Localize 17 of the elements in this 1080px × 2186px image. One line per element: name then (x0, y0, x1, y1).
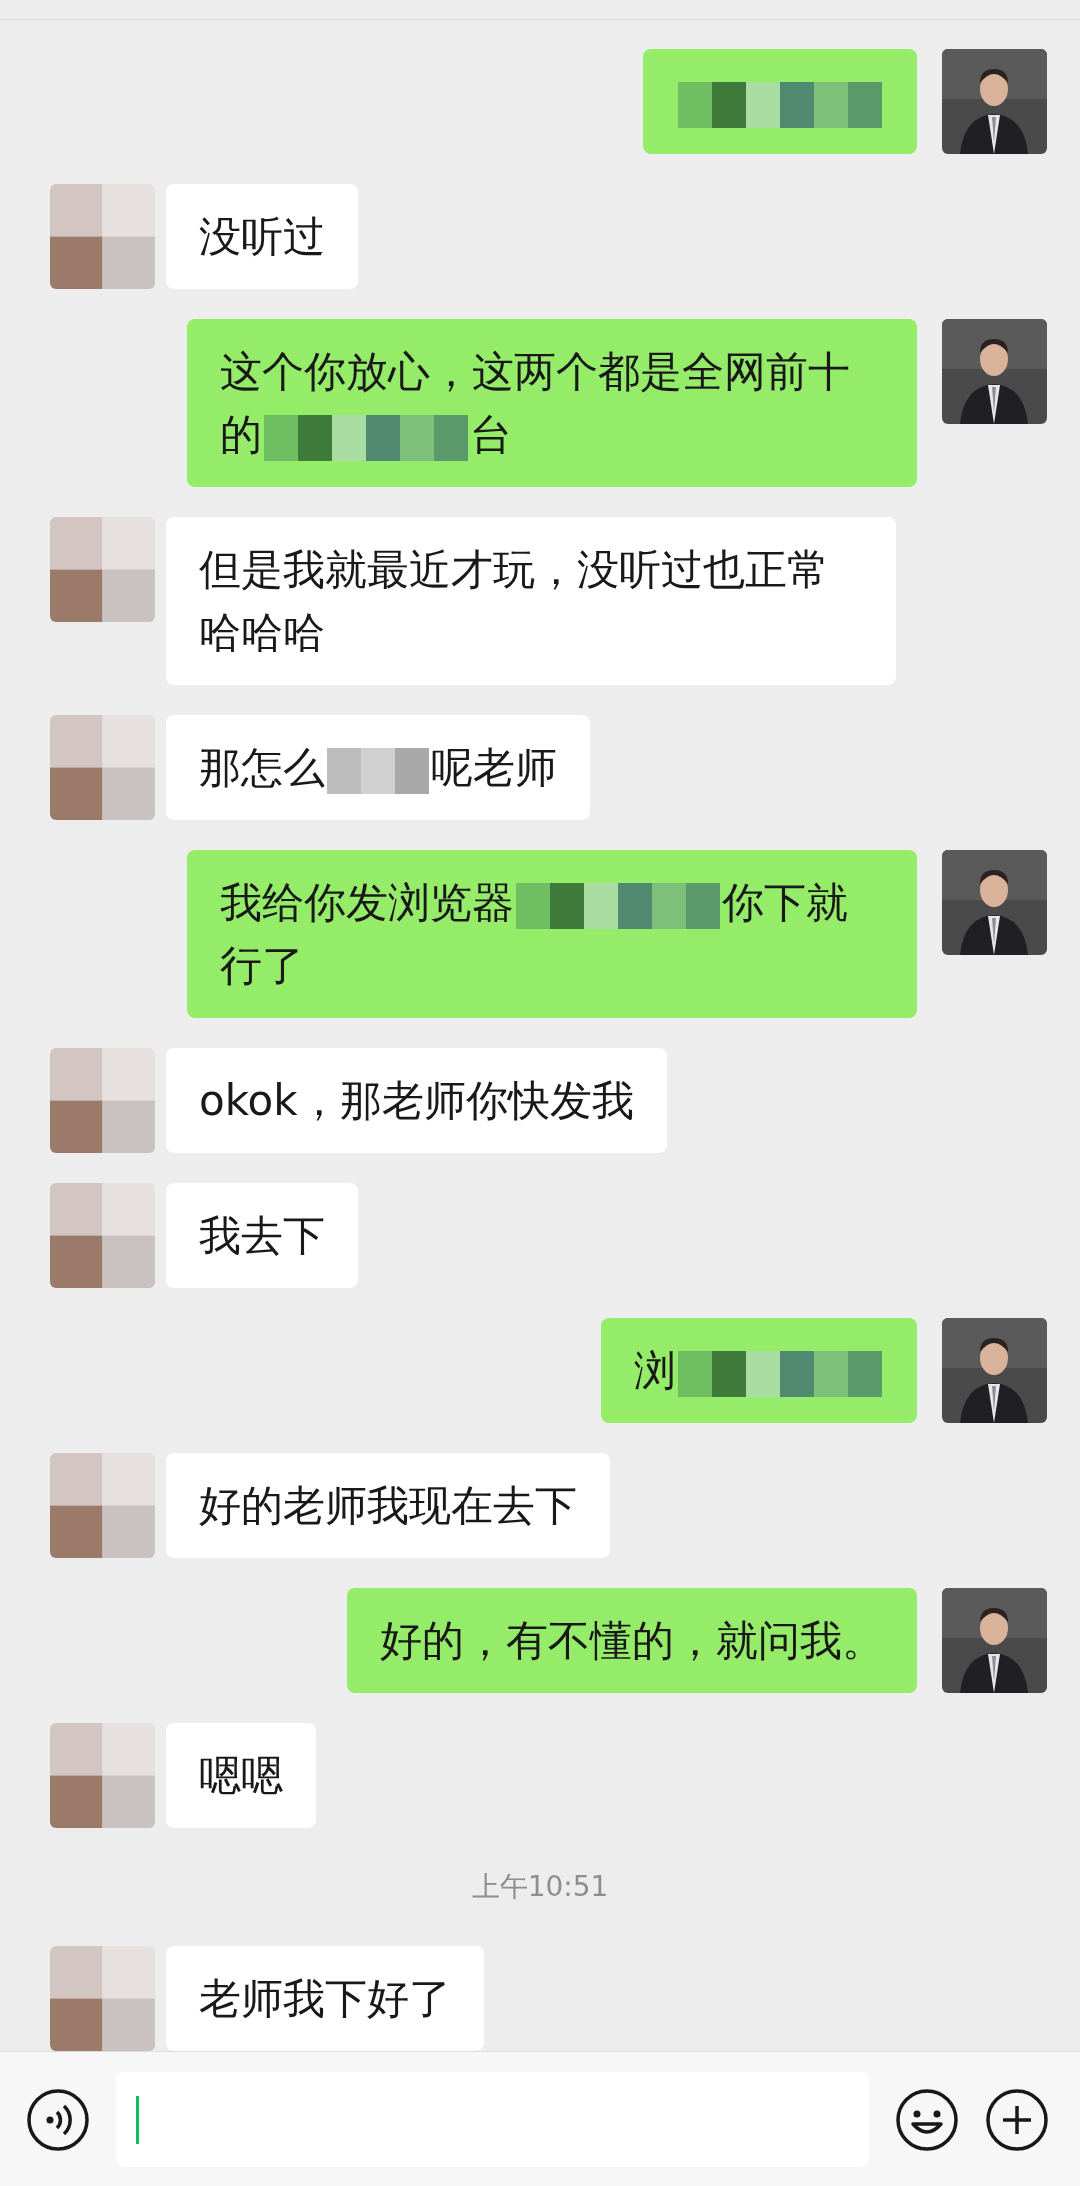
message-bubble: 我去下 (166, 1183, 358, 1288)
message-bubble: 嗯嗯 (166, 1723, 316, 1828)
voice-icon[interactable] (26, 2088, 90, 2152)
message-bubble: 浏 (601, 1318, 917, 1423)
message-bubble: 老师我下好了 (166, 1946, 484, 2051)
message-bubble: 但是我就最近才玩，没听过也正常哈哈哈 (166, 517, 896, 685)
timestamp: 上午10:51 (471, 1869, 609, 1905)
emoji-icon[interactable] (895, 2088, 959, 2152)
message-input-field[interactable] (116, 2072, 869, 2167)
message-bubble: 好的老师我现在去下 (166, 1453, 610, 1558)
message-bubble: 好的，有不懂的，就问我。 (347, 1588, 917, 1693)
message-bubble: 那怎么 呢老师 (166, 715, 590, 820)
plus-icon[interactable] (985, 2088, 1049, 2152)
message-bubble: 这个你放心，这两个都是全网前十的 台 (187, 319, 917, 487)
message-bubble: okok，那老师你快发我 (166, 1048, 667, 1153)
message-bubble: 没听过 (166, 184, 358, 289)
message-bubble: 我给你发浏览器 你下就行了 (187, 850, 917, 1018)
